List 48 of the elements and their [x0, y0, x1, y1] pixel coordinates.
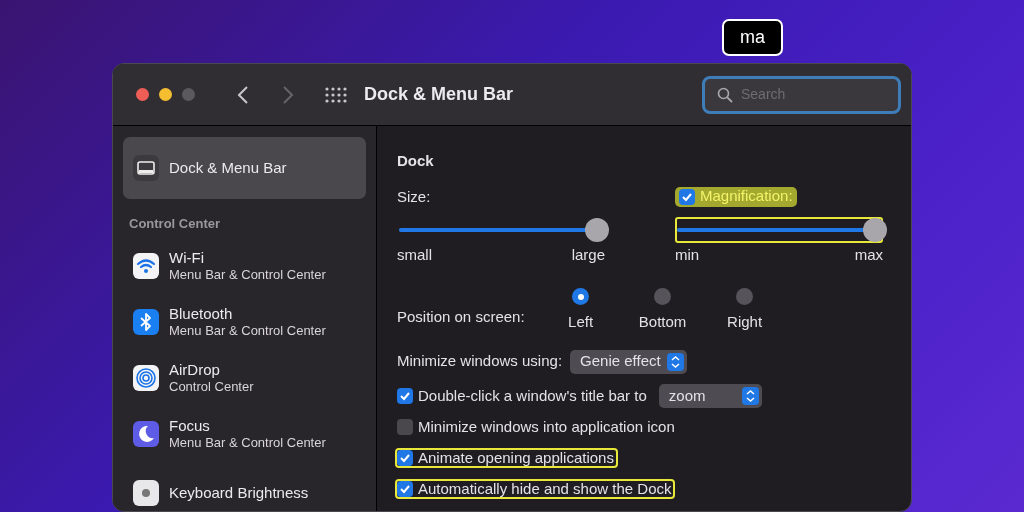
- checkbox[interactable]: [397, 388, 413, 404]
- slider-max-label: large: [571, 244, 605, 265]
- dropdown[interactable]: Genie effect: [570, 349, 687, 374]
- minimize-label: Minimize windows using:: [397, 351, 563, 372]
- radio-button[interactable]: [736, 288, 754, 305]
- radio-button[interactable]: [654, 288, 672, 305]
- checkbox-option[interactable]: Automatically hide and show the Dock: [395, 479, 676, 499]
- radio-option[interactable]: Right: [714, 288, 775, 334]
- checkbox[interactable]: [397, 450, 413, 466]
- checkbox[interactable]: [679, 188, 695, 205]
- grid-icon[interactable]: [325, 86, 347, 103]
- slider-max-label: max: [854, 244, 883, 265]
- airdrop-icon: [133, 364, 159, 391]
- section-heading: Control Center: [128, 215, 221, 233]
- radio-option[interactable]: Bottom: [632, 288, 693, 334]
- sidebar-item[interactable]: Bluetooth Menu Bar & Control Center: [123, 293, 366, 350]
- wifi-icon: [133, 252, 159, 279]
- sidebar-item[interactable]: AirDrop Control Center: [123, 349, 366, 406]
- checkbox-option[interactable]: Minimize windows into application icon: [395, 417, 679, 437]
- search-icon: [717, 86, 733, 103]
- sidebar-item[interactable]: Focus Menu Bar & Control Center: [123, 405, 366, 462]
- slider-min-label: min: [675, 244, 700, 265]
- slider-thumb[interactable]: [862, 217, 887, 242]
- section-title: Dock: [397, 151, 435, 171]
- moon-icon: [133, 420, 159, 447]
- back-icon[interactable]: [237, 84, 249, 105]
- sidebar-item[interactable]: Keyboard Brightness: [123, 461, 366, 511]
- sidebar-item[interactable]: Wi-Fi Menu Bar & Control Center: [123, 237, 366, 294]
- dock-icon: [133, 155, 159, 181]
- minimize-button[interactable]: [159, 88, 172, 101]
- sidebar-item[interactable]: Dock & Menu Bar: [123, 137, 366, 199]
- bluetooth-icon: [133, 308, 159, 335]
- stepper-icon: [741, 387, 759, 405]
- checkbox[interactable]: [397, 481, 413, 497]
- dropdown[interactable]: zoom: [658, 384, 762, 408]
- radio-option[interactable]: Left: [550, 288, 611, 334]
- checkbox-option[interactable]: Animate opening applications: [395, 448, 618, 468]
- checkbox[interactable]: [397, 419, 413, 435]
- window-title: Dock & Menu Bar: [364, 83, 514, 106]
- slider-thumb[interactable]: [584, 217, 609, 242]
- slider-min-label: small: [397, 244, 432, 265]
- keystroke-overlay: ma: [722, 19, 783, 56]
- close-button[interactable]: [136, 88, 149, 101]
- radio-button[interactable]: [572, 288, 590, 305]
- checkbox-option[interactable]: Double-click a window's title bar to: [395, 386, 651, 406]
- position-label: Position on screen:: [397, 306, 525, 327]
- stepper-icon: [666, 352, 684, 371]
- size-label: Size:: [397, 186, 432, 207]
